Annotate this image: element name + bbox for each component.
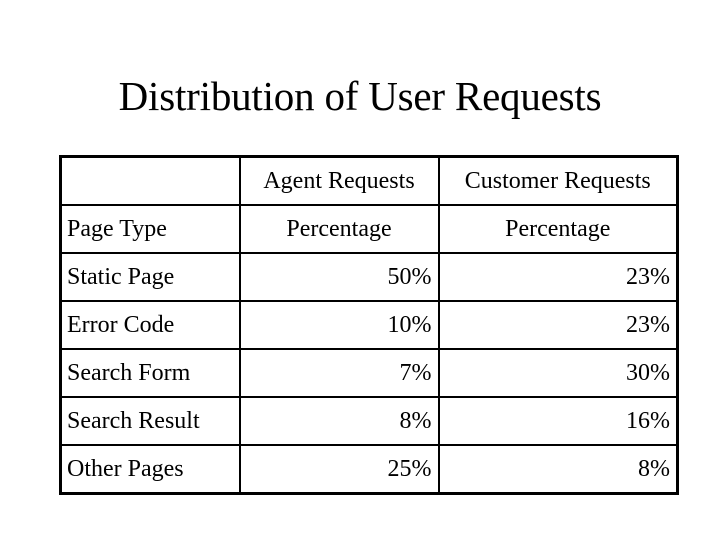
- customer-percentage-cell: 23%: [437, 300, 679, 350]
- page-type-cell: Search Form: [59, 348, 241, 398]
- header-agent-requests: Agent Requests: [238, 155, 440, 206]
- slide-title: Distribution of User Requests: [118, 73, 602, 119]
- header-agent-percentage: Percentage: [238, 204, 440, 254]
- agent-percentage-cell: 25%: [238, 444, 440, 495]
- header-customer-percentage: Percentage: [437, 204, 679, 254]
- request-distribution-table: Agent Requests Customer Requests Page Ty…: [59, 155, 679, 495]
- header-row-metric: Page Type Percentage Percentage: [59, 204, 679, 254]
- page-type-cell: Search Result: [59, 396, 241, 446]
- table-row: Search Form 7% 30%: [59, 348, 679, 398]
- page-type-cell: Static Page: [59, 252, 241, 302]
- table-row: Error Code 10% 23%: [59, 300, 679, 350]
- header-empty-cell: [59, 155, 241, 206]
- customer-percentage-cell: 8%: [437, 444, 679, 495]
- table-row: Other Pages 25% 8%: [59, 444, 679, 495]
- table-row: Static Page 50% 23%: [59, 252, 679, 302]
- page-type-cell: Error Code: [59, 300, 241, 350]
- agent-percentage-cell: 10%: [238, 300, 440, 350]
- customer-percentage-cell: 16%: [437, 396, 679, 446]
- customer-percentage-cell: 23%: [437, 252, 679, 302]
- page-type-cell: Other Pages: [59, 444, 241, 495]
- agent-percentage-cell: 7%: [238, 348, 440, 398]
- table-row: Search Result 8% 16%: [59, 396, 679, 446]
- header-row-group: Agent Requests Customer Requests: [59, 155, 679, 206]
- header-customer-requests: Customer Requests: [437, 155, 679, 206]
- agent-percentage-cell: 50%: [238, 252, 440, 302]
- header-page-type: Page Type: [59, 204, 241, 254]
- agent-percentage-cell: 8%: [238, 396, 440, 446]
- customer-percentage-cell: 30%: [437, 348, 679, 398]
